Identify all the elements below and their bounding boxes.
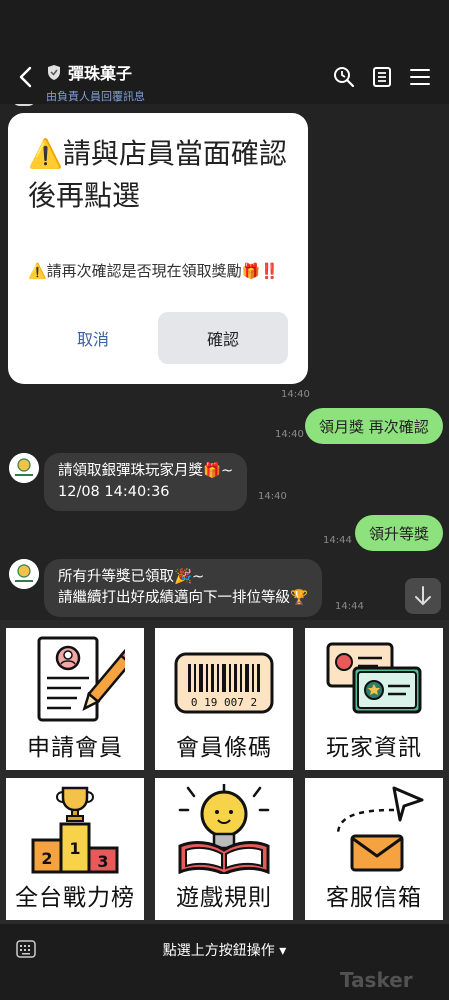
chat-area[interactable]: ⚠️請與店員當面確認後再點選 ⚠️請再次確認是否現在領取獎勵🎁‼️ 取消 確認 … xyxy=(0,104,449,620)
confirm-dialog: ⚠️請與店員當面確認後再點選 ⚠️請再次確認是否現在領取獎勵🎁‼️ 取消 確認 xyxy=(8,113,308,384)
avatar[interactable] xyxy=(9,453,39,483)
player-info-button[interactable]: 玩家資訊 xyxy=(305,628,443,770)
timestamp: 14:40 xyxy=(258,491,287,502)
barcode-icon: 0 19 007 2 xyxy=(174,652,274,714)
timestamp: 14:44 xyxy=(335,601,364,612)
back-arrow-icon[interactable] xyxy=(14,64,40,90)
podium-trophy-icon: 1 2 3 xyxy=(31,786,119,874)
svg-text:2: 2 xyxy=(41,849,52,868)
svg-text:1: 1 xyxy=(69,839,80,858)
arrow-down-icon xyxy=(415,586,431,606)
received-message[interactable]: 所有升等獎已領取🎉~ 請繼續打出好成績邁向下一排位等級🏆 xyxy=(44,559,323,617)
timestamp: 14:44 xyxy=(323,535,352,546)
confirm-button[interactable]: 確認 xyxy=(158,312,288,364)
received-message[interactable]: 請領取銀彈珠玩家月獎🎁~ 12/08 14:40:36 xyxy=(44,453,248,511)
shop-logo-icon xyxy=(9,559,39,589)
status-bar xyxy=(0,0,449,52)
timestamp: 14:40 xyxy=(281,389,310,400)
timestamp: 14:40 xyxy=(275,429,304,440)
barcode-number: 0 19 007 2 xyxy=(191,696,257,709)
tile-label: 客服信箱 xyxy=(326,885,422,911)
avatar[interactable] xyxy=(9,559,39,589)
chat-header: 彈珠菓子 由負責人員回覆訊息 xyxy=(0,52,449,104)
tile-label: 玩家資訊 xyxy=(326,735,422,761)
apply-member-button[interactable]: 申請會員 xyxy=(6,628,144,770)
tile-label: 申請會員 xyxy=(27,735,123,761)
player-cards-icon xyxy=(326,642,422,714)
dialog-body: ⚠️請再次確認是否現在領取獎勵🎁‼️ xyxy=(28,262,280,280)
shop-logo-icon xyxy=(9,453,39,483)
game-rules-button[interactable]: 遊戲規則 xyxy=(155,778,293,920)
menu-icon[interactable] xyxy=(408,65,432,89)
message-line: 請繼續打出好成績邁向下一排位等級🏆 xyxy=(58,590,309,606)
mail-plane-icon xyxy=(336,786,424,872)
sent-message[interactable]: 領月獎 再次確認 xyxy=(305,408,443,444)
shield-icon xyxy=(48,64,60,80)
sent-message[interactable]: 領升等獎 xyxy=(355,515,444,551)
avatar xyxy=(12,104,36,106)
tile-label: 遊戲規則 xyxy=(176,885,272,911)
message-line: 12/08 14:40:36 xyxy=(58,484,170,500)
rich-menu: 申請會員 0 19 007 2 會員條碼 玩家資訊 1 2 3 全台戰力榜 遊戲… xyxy=(0,620,449,924)
watermark: Tasker xyxy=(340,968,413,992)
rich-menu-toggle[interactable]: 點選上方按鈕操作 ▾ xyxy=(0,940,449,960)
svg-text:3: 3 xyxy=(97,852,108,871)
dialog-title: ⚠️請與店員當面確認後再點選 xyxy=(28,137,287,212)
tile-label: 會員條碼 xyxy=(176,735,272,761)
chat-title: 彈珠菓子 xyxy=(68,64,133,83)
message-line: 請領取銀彈珠玩家月獎🎁~ xyxy=(58,463,234,479)
scroll-down-button[interactable] xyxy=(405,578,441,614)
cancel-button[interactable]: 取消 xyxy=(28,312,158,364)
lightbulb-book-icon xyxy=(178,784,270,874)
notes-icon[interactable] xyxy=(370,65,394,89)
message-line: 所有升等獎已領取🎉~ xyxy=(58,569,205,585)
search-icon[interactable] xyxy=(332,65,356,89)
service-mail-button[interactable]: 客服信箱 xyxy=(305,778,443,920)
member-form-icon xyxy=(37,636,125,722)
chat-subtitle: 由負責人員回覆訊息 xyxy=(46,90,145,103)
tile-label: 全台戰力榜 xyxy=(15,885,135,911)
title-block: 彈珠菓子 由負責人員回覆訊息 xyxy=(46,60,145,104)
bottom-bar: 點選上方按鈕操作 ▾ Tasker xyxy=(0,924,449,1000)
member-barcode-button[interactable]: 0 19 007 2 會員條碼 xyxy=(155,628,293,770)
leaderboard-button[interactable]: 1 2 3 全台戰力榜 xyxy=(6,778,144,920)
